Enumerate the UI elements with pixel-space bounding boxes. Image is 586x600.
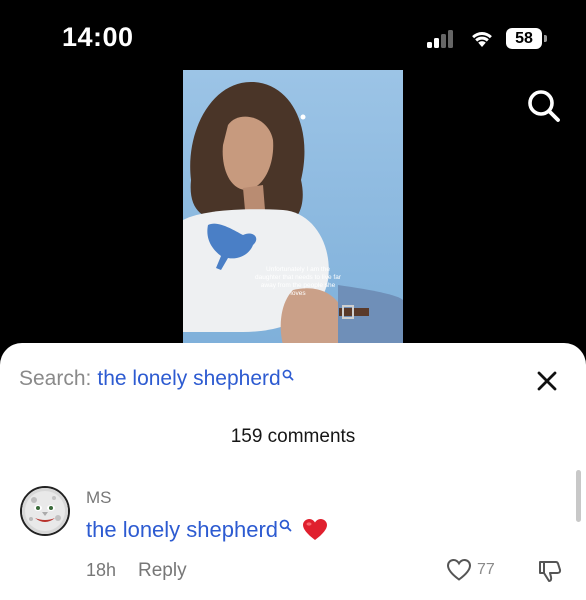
like-button[interactable]: 77 [446, 558, 495, 582]
comment-author[interactable]: MS [86, 488, 112, 508]
cellular-signal-icon [427, 30, 459, 48]
wifi-icon [472, 31, 492, 47]
scrollbar[interactable] [576, 470, 581, 522]
reply-button[interactable]: Reply [138, 560, 187, 582]
status-time: 14:00 [62, 22, 134, 52]
heart-outline-icon [446, 558, 472, 581]
comment-search-link[interactable]: the lonely shepherd [86, 517, 278, 543]
comment-text: the lonely shepherd [86, 517, 328, 543]
search-small-icon [279, 519, 292, 531]
search-small-icon [282, 369, 294, 381]
battery-icon: 58 [506, 28, 548, 49]
avatar[interactable] [20, 486, 70, 536]
video-caption: Unfortunately I am the daughter that nee… [254, 266, 341, 297]
status-bar: 14:00 58 [0, 0, 586, 70]
search-query[interactable]: the lonely shepherd [97, 367, 280, 391]
battery-level: 58 [506, 28, 542, 49]
comment-count: 159 comments [230, 426, 356, 447]
comments-sheet: Search: the lonely shepherd 159 comments [0, 343, 586, 600]
video-player[interactable]: Unfortunately I am the daughter that nee… [183, 70, 403, 345]
like-count: 77 [477, 561, 495, 578]
search-label: Search: [19, 367, 92, 390]
close-icon[interactable] [534, 368, 560, 394]
search-suggestion[interactable]: Search: the lonely shepherd [19, 367, 294, 391]
search-icon[interactable] [524, 86, 564, 126]
thumbs-down-icon[interactable] [537, 558, 563, 584]
comment-time: 18h [86, 560, 117, 580]
heart-emoji-icon [303, 519, 328, 540]
video-thumbnail [183, 70, 403, 345]
